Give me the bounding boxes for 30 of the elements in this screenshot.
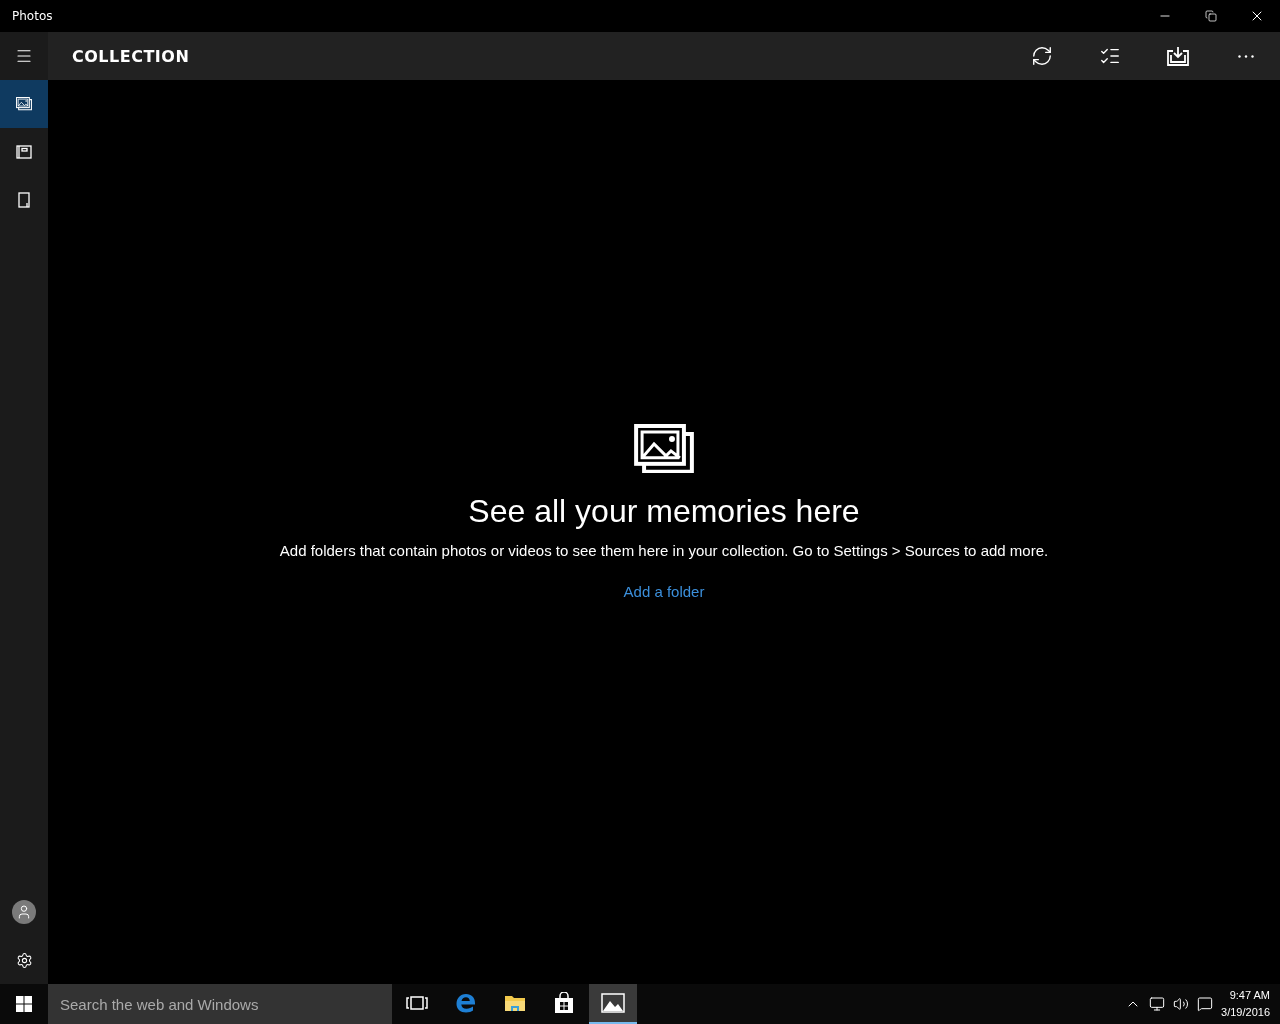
photos-icon (16, 97, 32, 111)
avatar-icon (12, 900, 36, 924)
task-view-icon (406, 996, 428, 1010)
settings-icon (15, 951, 33, 969)
volume-icon[interactable] (1173, 996, 1190, 1012)
photos-icon (634, 423, 694, 474)
notification-icon[interactable] (1197, 996, 1214, 1012)
photo-icon (601, 993, 625, 1013)
shopping-bag-icon (554, 992, 574, 1014)
more-icon (1238, 54, 1254, 58)
browser-icon (455, 992, 477, 1014)
network-icon[interactable] (1149, 996, 1166, 1012)
empty-heading: See all your memories here (468, 493, 860, 531)
menu-icon (15, 47, 33, 65)
add-folder-link[interactable]: Add a folder (623, 583, 705, 601)
album-icon (16, 145, 32, 159)
clock-date: 3/19/2016 (1221, 1005, 1270, 1020)
windows-icon (16, 996, 32, 1012)
search-field[interactable]: Search the web and Windows (48, 984, 392, 1024)
nav-item[interactable] (0, 80, 48, 128)
refresh-icon (1031, 45, 1053, 67)
clock-time: 9:47 AM (1229, 988, 1270, 1003)
folder-icon (504, 994, 526, 1012)
import-icon (1167, 46, 1189, 66)
device-icon (18, 192, 30, 208)
page-title: COLLECTION (72, 46, 191, 66)
taskbar-app[interactable] (589, 984, 637, 1024)
window-title: Photos (12, 9, 54, 23)
restore-icon (1205, 10, 1217, 22)
empty-message: Add folders that contain photos or videos to see them here in your collection. Go to Settings > Sources to add more. (279, 542, 1049, 560)
